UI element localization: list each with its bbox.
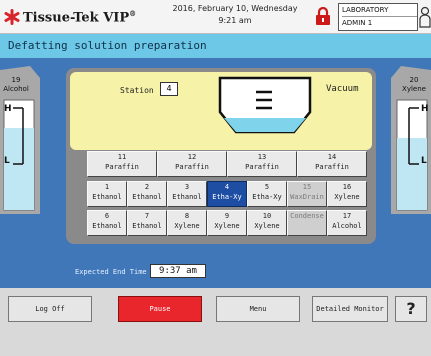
station-ethanol-2[interactable]: 2 Ethanol (127, 181, 167, 207)
lock-icon[interactable] (314, 6, 332, 26)
expected-end-label: Expected End Time (75, 268, 147, 276)
station-paraffin-13[interactable]: 13 Paraffin (227, 151, 297, 177)
retort-status: Vacuum (326, 84, 359, 94)
bottle-left-label: 19 Alcohol (3, 76, 29, 93)
retort-icon (218, 76, 312, 134)
bottom-bar: Log Off Pause Menu Detailed Monitor ? (0, 288, 431, 356)
bottle-right-label: 20 Xylene (402, 76, 426, 93)
station-condense[interactable]: Condense (287, 210, 327, 236)
station-ethanol-6[interactable]: 6 Ethanol (87, 210, 127, 236)
bottle-left-low: L (4, 156, 10, 166)
station-etha-xy-4[interactable]: 4 Etha-Xy (207, 181, 247, 207)
retort-area: Station 4 Vacuum (70, 72, 372, 150)
screen-title: Defatting solution preparation (8, 39, 207, 52)
user-name: ADMIN 1 (342, 19, 373, 27)
top-header: Tissue-Tek VIP® 2016, February 10, Wedne… (0, 0, 431, 34)
date-text: 2016, February 10, Wednesday (172, 4, 298, 13)
station-xylene-9[interactable]: 9 Xylene (207, 210, 247, 236)
user-role: LABORATORY (342, 4, 417, 17)
station-paraffin-14[interactable]: 14 Paraffin (297, 151, 367, 177)
expected-end-value: 9:37 am (150, 264, 206, 278)
station-xylene-8[interactable]: 8 Xylene (167, 210, 207, 236)
asterisk-logo-icon (4, 9, 20, 25)
help-button[interactable]: ? (395, 296, 427, 322)
station-label: Station (120, 86, 154, 95)
app-name: Tissue-Tek VIP® (23, 8, 137, 26)
station-ethanol-7[interactable]: 7 Ethanol (127, 210, 167, 236)
station-number: 4 (160, 82, 178, 96)
bottle-right-scale (408, 107, 419, 165)
station-ethanol-1[interactable]: 1 Ethanol (87, 181, 127, 207)
screen-title-bar: Defatting solution preparation (0, 34, 431, 58)
station-paraffin-12[interactable]: 12 Paraffin (157, 151, 227, 177)
bottle-xylene-20[interactable]: 20 Xylene H L (391, 64, 431, 214)
date-time: 2016, February 10, Wednesday 9:21 am (160, 3, 310, 27)
station-wax-drain-15[interactable]: 15 WaxDrain (287, 181, 327, 207)
station-xylene-10[interactable]: 10 Xylene (247, 210, 287, 236)
pause-button[interactable]: Pause (118, 296, 202, 322)
station-xylene-16[interactable]: 16 Xylene (327, 181, 367, 207)
station-ethanol-3[interactable]: 3 Ethanol (167, 181, 207, 207)
station-etha-xy-5[interactable]: 5 Etha-Xy (247, 181, 287, 207)
user-icon[interactable] (419, 6, 431, 28)
station-alcohol-17[interactable]: 17 Alcohol (327, 210, 367, 236)
log-off-button[interactable]: Log Off (8, 296, 92, 322)
user-info: LABORATORY ADMIN 1 (338, 3, 418, 31)
time-text: 9:21 am (218, 16, 252, 25)
menu-button[interactable]: Menu (216, 296, 300, 322)
station-paraffin-11[interactable]: 11 Paraffin (87, 151, 157, 177)
bottle-left-high: H (4, 104, 12, 114)
app-logo: Tissue-Tek VIP® (4, 7, 136, 27)
bottle-alcohol-19[interactable]: 19 Alcohol H L (0, 64, 40, 214)
detailed-monitor-button[interactable]: Detailed Monitor (312, 296, 388, 322)
bottle-left-scale (13, 107, 24, 165)
